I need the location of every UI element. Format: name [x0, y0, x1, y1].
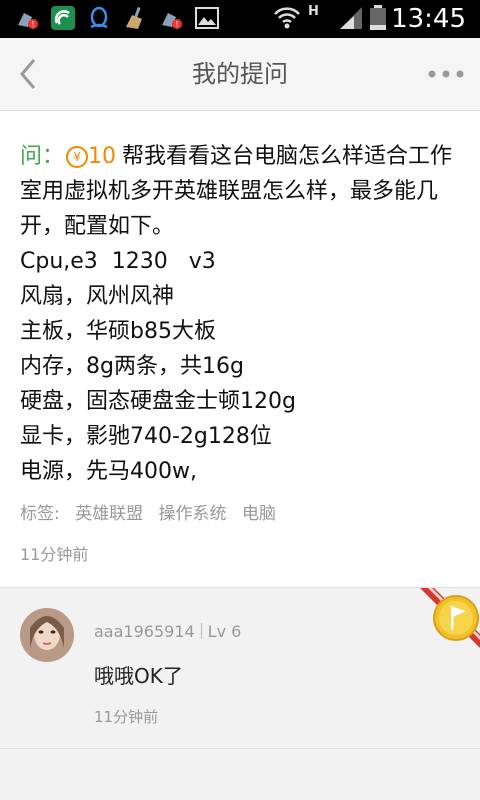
divider [200, 623, 202, 639]
broom-icon [126, 6, 142, 29]
wifi-app-icon [51, 6, 75, 30]
tags-label: 标签: [20, 504, 60, 524]
answer-username[interactable]: aaa1965914 [94, 622, 195, 641]
question-text-block: 问： ¥10 帮我看看这台电脑怎么样适合工作室用虚拟机多开英雄联盟怎么样，最多能几开… [20, 139, 466, 489]
answer-item: aaa1965914 Lv 6 哦哦OK了 11分钟前 [0, 588, 480, 749]
question-timestamp: 11分钟前 [20, 545, 89, 564]
network-type-label: H [308, 4, 319, 19]
clock: 13:45 [391, 4, 466, 34]
svg-text:!: ! [31, 20, 34, 29]
tag-list: 标签: 英雄联盟 操作系统 电脑 [20, 499, 286, 524]
cell-signal-icon [340, 7, 362, 29]
svg-text:!: ! [175, 20, 178, 29]
question-prefix: 问： [20, 144, 65, 169]
page-title: 我的提问 [192, 60, 288, 88]
answer-user-info: aaa1965914 Lv 6 [94, 622, 241, 641]
reward-amount: 10 [88, 144, 117, 169]
tag-item[interactable]: 操作系统 [159, 504, 227, 524]
more-options-button[interactable] [426, 64, 466, 84]
answer-timestamp: 11分钟前 [94, 708, 159, 726]
notification-alert-icon: ! [162, 13, 182, 29]
wifi-signal-icon [274, 7, 300, 29]
qq-icon [90, 6, 108, 29]
question-card: 问： ¥10 帮我看看这台电脑怎么样适合工作室用虚拟机多开英雄联盟怎么样，最多能几开… [0, 111, 480, 588]
more-dots-icon [428, 70, 464, 78]
tag-item[interactable]: 电脑 [242, 504, 276, 524]
adopt-answer-badge[interactable] [420, 588, 480, 658]
question-body: 帮我看看这台电脑怎么样适合工作室用虚拟机多开英雄联盟怎么样，最多能几开，配置如下… [20, 144, 453, 484]
user-level: Lv 6 [207, 622, 242, 641]
avatar[interactable] [20, 608, 74, 662]
status-bar: ! ! H 13:45 [0, 0, 480, 38]
image-icon [195, 7, 219, 29]
title-bar: 我的提问 [0, 38, 480, 111]
coin-icon: ¥ [66, 146, 89, 168]
answer-text: 哦哦OK了 [94, 664, 183, 688]
tag-item[interactable]: 英雄联盟 [75, 504, 143, 524]
notification-clean-icon: ! [18, 13, 38, 29]
battery-icon [370, 5, 386, 30]
